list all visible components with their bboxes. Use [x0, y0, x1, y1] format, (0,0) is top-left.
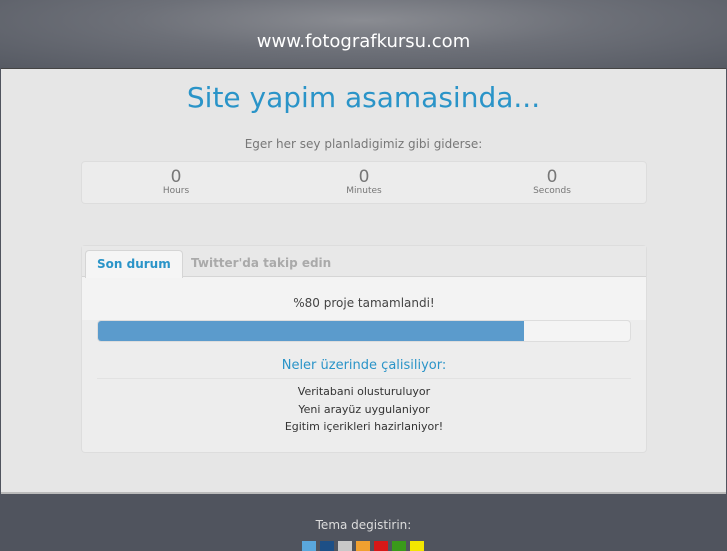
theme-label: Tema degistirin:: [315, 518, 412, 532]
hours-label: Hours: [162, 186, 190, 196]
work-heading: Neler üzerinde çalisiliyor:: [97, 358, 631, 379]
progress-bar: [97, 320, 631, 342]
tab-son-durum[interactable]: Son durum: [85, 250, 183, 278]
work-item: Veritabani olusturuluyor: [297, 385, 431, 398]
countdown-seconds: 0 Seconds: [458, 162, 646, 203]
header: www.fotografkursu.com: [0, 0, 727, 68]
work-item: Egitim içerikleri hazirlaniyor!: [284, 420, 444, 433]
theme-swatch[interactable]: [302, 541, 316, 551]
minutes-label: Minutes: [346, 186, 382, 196]
hours-value: 0: [170, 167, 182, 187]
seconds-value: 0: [546, 167, 558, 187]
progress-text: %80 proje tamamlandi!: [82, 277, 646, 320]
seconds-label: Seconds: [533, 186, 571, 196]
subtitle: Eger her sey planladigimiz gibi giderse:: [244, 137, 483, 151]
progress-fill: [98, 321, 524, 341]
countdown-minutes: 0 Minutes: [270, 162, 458, 203]
main-panel: Site yapim asamasinda... Eger her sey pl…: [1, 68, 726, 494]
theme-swatches: [302, 541, 424, 551]
theme-swatch[interactable]: [410, 541, 424, 551]
minutes-value: 0: [358, 167, 370, 187]
countdown-hours: 0 Hours: [82, 162, 270, 203]
theme-swatch[interactable]: [356, 541, 370, 551]
site-url: www.fotografkursu.com: [256, 31, 471, 52]
tab-bar: Son durum Twitter'da takip edin: [82, 246, 646, 278]
theme-swatch[interactable]: [320, 541, 334, 551]
page-title: Site yapim asamasinda...: [186, 81, 541, 114]
status-box: Son durum Twitter'da takip edin %80 proj…: [81, 245, 647, 453]
countdown: 0 Hours 0 Minutes 0 Seconds: [81, 161, 647, 204]
theme-swatch[interactable]: [392, 541, 406, 551]
theme-swatch[interactable]: [338, 541, 352, 551]
tab-twitter[interactable]: Twitter'da takip edin: [180, 250, 342, 278]
theme-swatch[interactable]: [374, 541, 388, 551]
work-item: Yeni arayüz uygulaniyor: [298, 402, 430, 416]
